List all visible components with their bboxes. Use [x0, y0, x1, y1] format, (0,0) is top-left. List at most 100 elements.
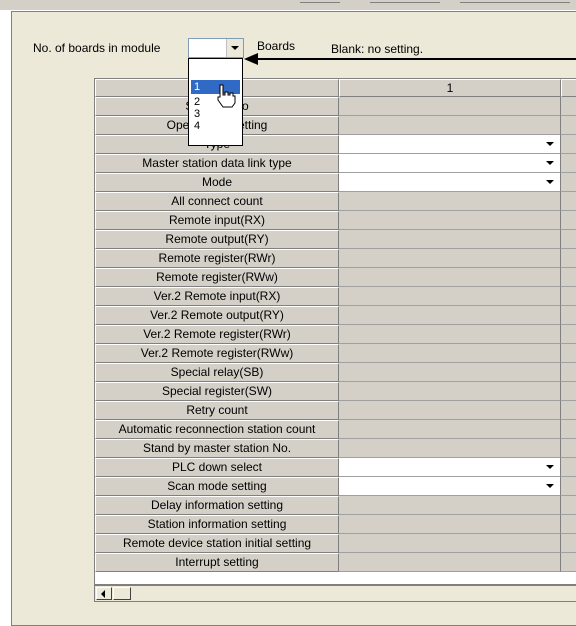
row-value-cell[interactable]: [339, 135, 561, 154]
cell-dropdown-button[interactable]: [543, 156, 557, 170]
top-strip: [0, 0, 576, 10]
row-value-cell[interactable]: [339, 249, 561, 268]
row-value-cell-2[interactable]: [561, 344, 576, 363]
row-value-cell[interactable]: [339, 382, 561, 401]
row-label: Remote register(RWr): [95, 249, 339, 268]
boards-label: No. of boards in module: [33, 41, 161, 55]
row-label: Ver.2 Remote input(RX): [95, 287, 339, 306]
hand-cursor-icon: [217, 84, 236, 108]
row-value-cell[interactable]: [339, 496, 561, 515]
row-label: Master station data link type: [95, 154, 339, 173]
dropdown-option[interactable]: 4: [191, 120, 240, 132]
row-label: Ver.2 Remote register(RWw): [95, 344, 339, 363]
row-value-cell[interactable]: [339, 192, 561, 211]
row-value-cell-2[interactable]: [561, 287, 576, 306]
row-value-cell[interactable]: [339, 306, 561, 325]
row-value-cell[interactable]: [339, 211, 561, 230]
row-label: PLC down select: [95, 458, 339, 477]
chevron-down-icon: [546, 161, 554, 165]
row-value-cell-2[interactable]: [561, 363, 576, 382]
row-value-cell-2[interactable]: [561, 249, 576, 268]
arrow-left-icon: [244, 53, 258, 65]
row-label: Remote register(RWw): [95, 268, 339, 287]
chevron-down-icon: [231, 46, 239, 50]
row-value-cell-2[interactable]: [561, 173, 576, 192]
boards-combobox-button[interactable]: [226, 39, 243, 57]
tab-edge: [370, 2, 440, 3]
row-value-cell[interactable]: [339, 534, 561, 553]
row-value-cell-2[interactable]: [561, 211, 576, 230]
row-value-cell-2[interactable]: [561, 439, 576, 458]
row-value-cell[interactable]: [339, 553, 561, 572]
row-label: Scan mode setting: [95, 477, 339, 496]
row-value-cell-2[interactable]: [561, 325, 576, 344]
row-value-cell-2[interactable]: [561, 306, 576, 325]
row-label: Delay information setting: [95, 496, 339, 515]
row-label: Remote output(RY): [95, 230, 339, 249]
row-value-cell[interactable]: [339, 173, 561, 192]
row-value-cell[interactable]: [339, 439, 561, 458]
row-value-cell[interactable]: [339, 97, 561, 116]
row-label: Ver.2 Remote register(RWr): [95, 325, 339, 344]
row-value-cell[interactable]: [339, 515, 561, 534]
row-value-cell[interactable]: [339, 344, 561, 363]
row-value-cell-2[interactable]: [561, 382, 576, 401]
row-label: Special relay(SB): [95, 363, 339, 382]
scroll-left-button[interactable]: [96, 587, 112, 600]
cell-dropdown-button[interactable]: [543, 460, 557, 474]
row-label: Automatic reconnection station count: [95, 420, 339, 439]
chevron-down-icon: [546, 484, 554, 488]
row-value-cell-2[interactable]: [561, 534, 576, 553]
row-value-cell-2[interactable]: [561, 116, 576, 135]
chevron-down-icon: [546, 180, 554, 184]
row-value-cell[interactable]: [339, 325, 561, 344]
row-value-cell-2[interactable]: [561, 477, 576, 496]
blank-note: Blank: no setting.: [331, 42, 424, 56]
boards-unit-label: Boards: [257, 39, 296, 53]
column-header-2[interactable]: [561, 79, 576, 97]
chevron-down-icon: [546, 142, 554, 146]
row-label: Remote device station initial setting: [95, 534, 339, 553]
row-value-cell[interactable]: [339, 116, 561, 135]
arrow-left-small-icon: [101, 590, 105, 598]
row-label: Remote input(RX): [95, 211, 339, 230]
row-value-cell-2[interactable]: [561, 553, 576, 572]
row-value-cell-2[interactable]: [561, 420, 576, 439]
row-label: Ver.2 Remote output(RY): [95, 306, 339, 325]
cell-dropdown-button[interactable]: [543, 175, 557, 189]
dropdown-option[interactable]: 3: [191, 108, 240, 120]
row-value-cell[interactable]: [339, 230, 561, 249]
row-value-cell[interactable]: [339, 363, 561, 382]
row-value-cell-2[interactable]: [561, 135, 576, 154]
row-value-cell-2[interactable]: [561, 515, 576, 534]
row-value-cell-2[interactable]: [561, 192, 576, 211]
row-value-cell[interactable]: [339, 268, 561, 287]
row-label: Interrupt setting: [95, 553, 339, 572]
row-value-cell[interactable]: [339, 420, 561, 439]
cell-dropdown-button[interactable]: [543, 479, 557, 493]
row-value-cell-2[interactable]: [561, 401, 576, 420]
row-value-cell[interactable]: [339, 458, 561, 477]
settings-grid: 1 Start I/O NoOperational settingTypeMas…: [94, 78, 576, 585]
row-value-cell-2[interactable]: [561, 97, 576, 116]
boards-combobox[interactable]: [188, 38, 244, 58]
horizontal-scrollbar[interactable]: [94, 585, 576, 602]
row-value-cell-2[interactable]: [561, 458, 576, 477]
row-value-cell[interactable]: [339, 287, 561, 306]
chevron-down-icon: [546, 465, 554, 469]
cell-dropdown-button[interactable]: [543, 137, 557, 151]
row-label: Station information setting: [95, 515, 339, 534]
row-value-cell-2[interactable]: [561, 268, 576, 287]
tab-edge: [460, 2, 570, 3]
row-value-cell-2[interactable]: [561, 496, 576, 515]
row-value-cell-2[interactable]: [561, 230, 576, 249]
row-label: Retry count: [95, 401, 339, 420]
callout-arrow-line: [258, 58, 576, 60]
column-header-1[interactable]: 1: [339, 79, 561, 97]
row-value-cell[interactable]: [339, 477, 561, 496]
row-label: Special register(SW): [95, 382, 339, 401]
scroll-thumb[interactable]: [113, 587, 131, 600]
row-value-cell[interactable]: [339, 401, 561, 420]
row-value-cell-2[interactable]: [561, 154, 576, 173]
row-value-cell[interactable]: [339, 154, 561, 173]
